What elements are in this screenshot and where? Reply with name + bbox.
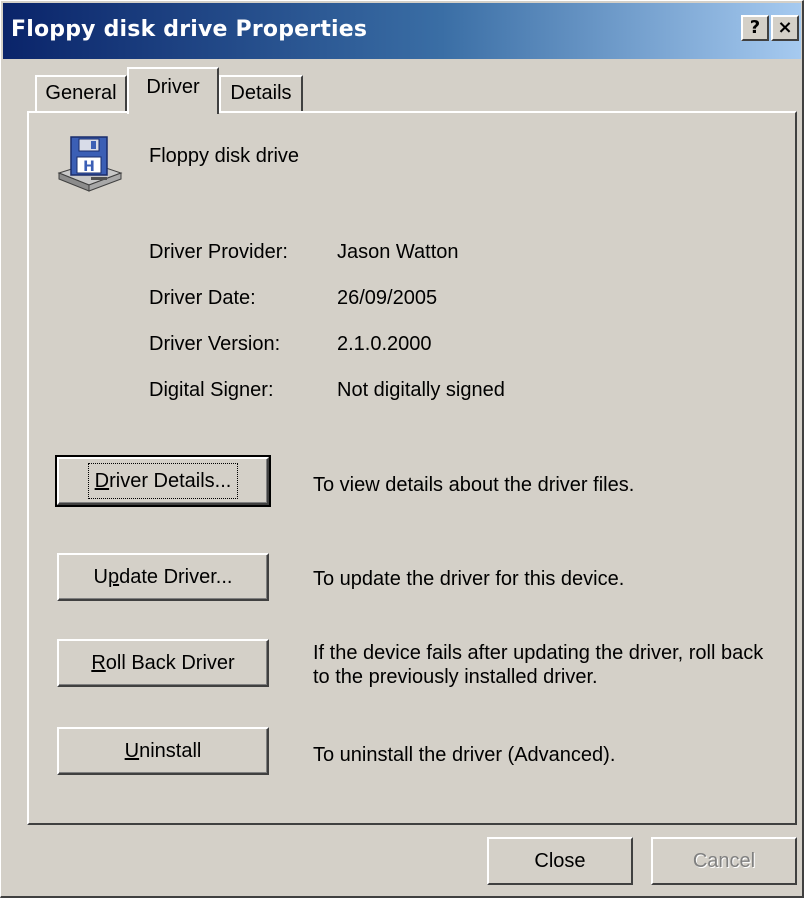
tab-driver[interactable]: Driver (127, 67, 219, 114)
roll-back-driver-description: If the device fails after updating the d… (313, 642, 764, 688)
driver-date-value: 26/09/2005 (337, 287, 438, 309)
driver-provider-value: Jason Watton (337, 241, 459, 263)
cancel-button[interactable]: Cancel (651, 837, 797, 885)
driver-details-button[interactable]: Driver Details... (55, 455, 271, 507)
driver-details-button-label: river Details... (109, 470, 232, 492)
update-driver-description: To update the driver for this device. (313, 568, 625, 590)
properties-window: Floppy disk drive Properties ? × General… (0, 0, 804, 898)
roll-back-driver-button[interactable]: Roll Back Driver (57, 639, 269, 687)
update-driver-button[interactable]: Update Driver... (57, 553, 269, 601)
svg-text:H: H (83, 159, 95, 175)
digital-signer-label: Digital Signer: (149, 379, 274, 401)
update-driver-label-rest: date Driver... (119, 566, 233, 588)
driver-details-description: To view details about the driver files. (313, 474, 635, 496)
mnemonic-u: U (124, 740, 140, 762)
digital-signer-value: Not digitally signed (337, 379, 505, 401)
tab-general[interactable]: General (35, 75, 127, 111)
mnemonic-d: D (94, 470, 110, 492)
tab-details[interactable]: Details (219, 75, 303, 111)
title-bar[interactable]: Floppy disk drive Properties ? × (3, 3, 801, 59)
mnemonic-p: p (107, 566, 120, 588)
uninstall-button[interactable]: Uninstall (57, 727, 269, 775)
tab-details-label: Details (230, 82, 292, 104)
update-driver-label-start: U (93, 566, 108, 588)
driver-date-label: Driver Date: (149, 287, 256, 309)
close-button[interactable]: Close (487, 837, 633, 885)
floppy-drive-icon: H (57, 136, 123, 192)
roll-back-driver-label: oll Back Driver (105, 652, 235, 674)
device-name: Floppy disk drive (149, 145, 300, 167)
driver-provider-label: Driver Provider: (149, 241, 288, 263)
help-button[interactable]: ? (741, 15, 769, 41)
driver-version-label: Driver Version: (149, 333, 281, 355)
uninstall-description: To uninstall the driver (Advanced). (313, 744, 616, 766)
focus-rectangle: Driver Details... (87, 463, 239, 499)
tab-driver-label: Driver (146, 76, 200, 98)
mnemonic-r: R (91, 652, 106, 674)
driver-version-value: 2.1.0.2000 (337, 333, 432, 355)
tab-general-label: General (45, 82, 117, 104)
window-title: Floppy disk drive Properties (11, 17, 368, 42)
close-window-button[interactable]: × (771, 15, 799, 41)
uninstall-button-label: ninstall (139, 740, 202, 762)
